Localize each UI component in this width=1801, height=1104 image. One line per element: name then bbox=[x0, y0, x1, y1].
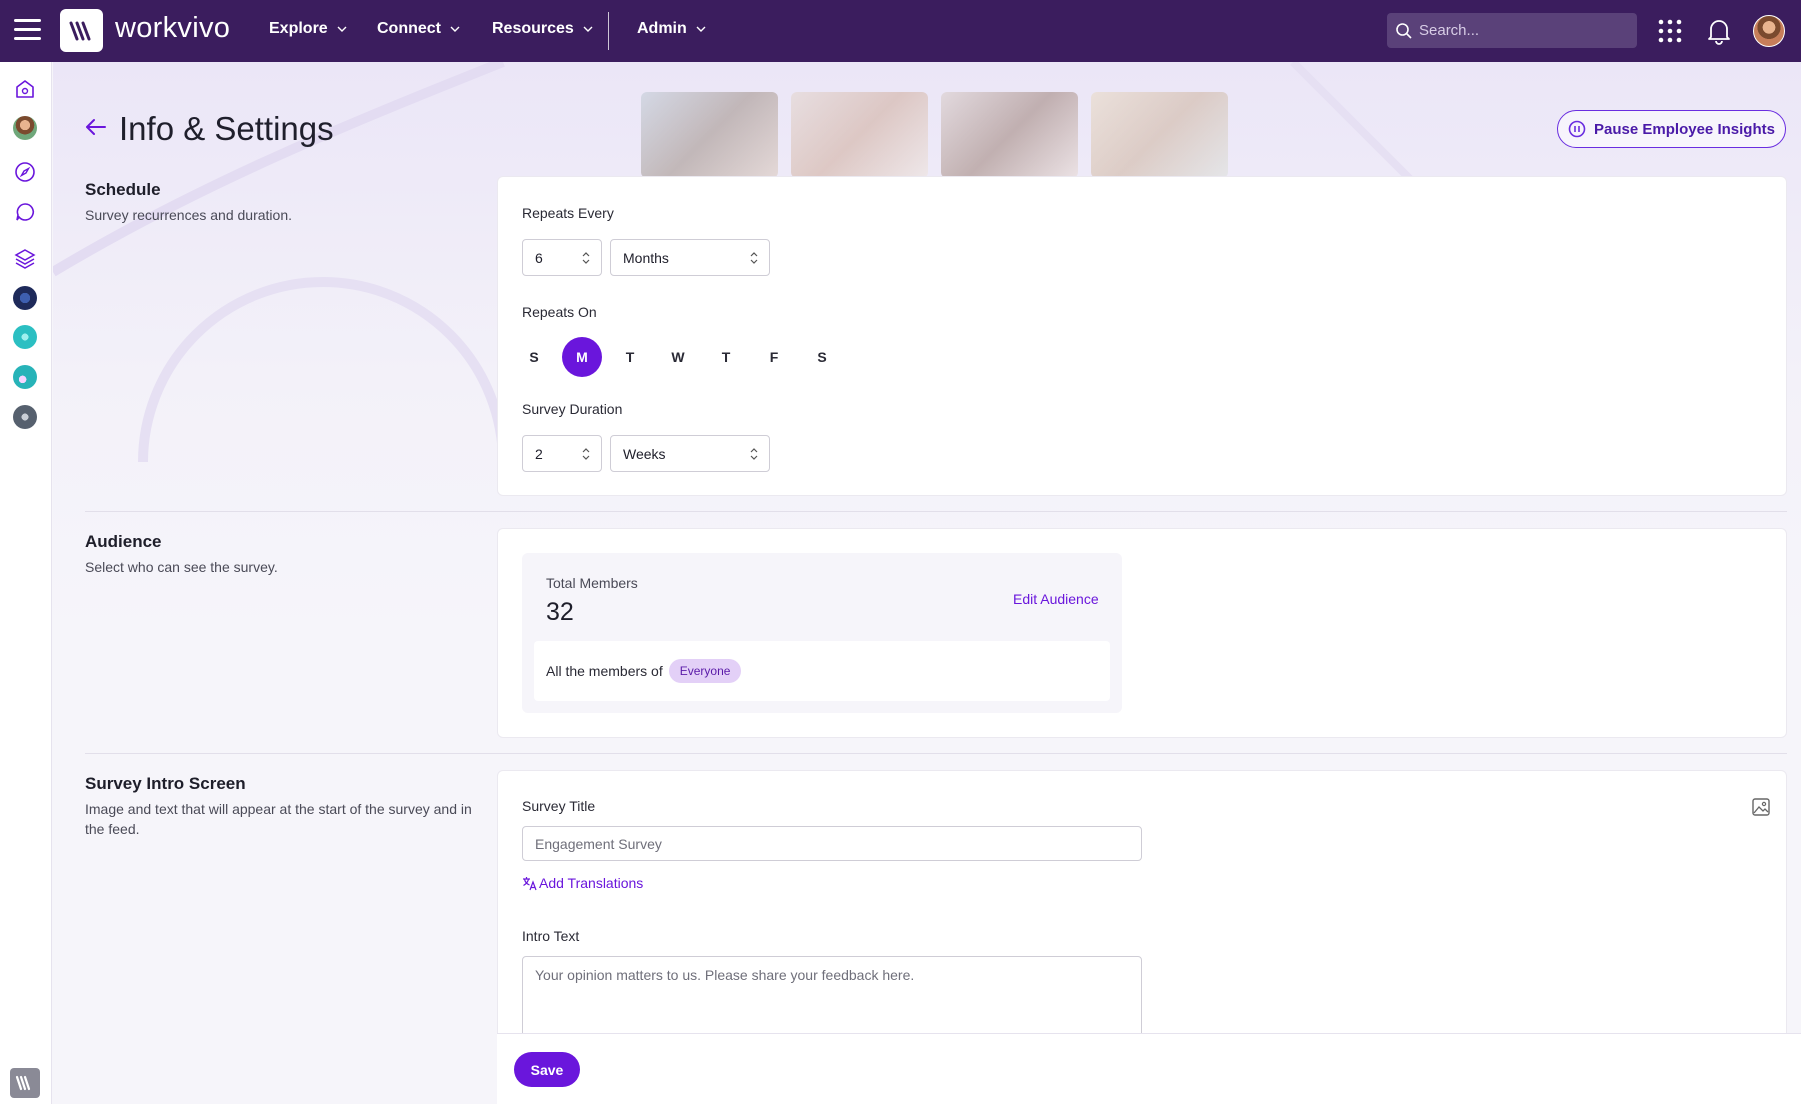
total-members-label: Total Members bbox=[546, 575, 638, 591]
survey-duration-number[interactable]: 2 bbox=[522, 435, 602, 472]
search-box[interactable] bbox=[1387, 13, 1637, 48]
nav-explore-label: Explore bbox=[269, 20, 328, 38]
audience-card: Total Members 32 Edit Audience All the m… bbox=[497, 528, 1787, 738]
intro-section-title: Survey Intro Screen bbox=[85, 774, 246, 794]
survey-duration-value: 2 bbox=[535, 446, 543, 462]
audience-members-text: All the members of bbox=[546, 663, 663, 679]
day-monday[interactable]: M bbox=[562, 337, 602, 377]
audience-section-description: Select who can see the survey. bbox=[85, 557, 475, 577]
search-icon bbox=[1395, 22, 1413, 40]
pause-button-label: Pause Employee Insights bbox=[1594, 121, 1775, 138]
workvivo-small-logo-icon[interactable] bbox=[10, 1068, 40, 1098]
day-thursday[interactable]: T bbox=[706, 337, 746, 377]
intro-section-description: Image and text that will appear at the s… bbox=[85, 799, 475, 839]
space-avatar-one[interactable] bbox=[13, 286, 37, 310]
day-sunday[interactable]: S bbox=[514, 337, 554, 377]
schedule-card: Repeats Every 6 Months Repeats On S M T … bbox=[497, 176, 1787, 496]
day-wednesday[interactable]: W bbox=[658, 337, 698, 377]
image-upload-icon[interactable] bbox=[1751, 797, 1771, 817]
page-title: Info & Settings bbox=[119, 110, 334, 148]
nav-admin-label: Admin bbox=[637, 20, 687, 38]
space-avatar-three[interactable] bbox=[13, 365, 37, 389]
save-bar: Save bbox=[497, 1033, 1801, 1104]
workvivo-logo-icon[interactable] bbox=[60, 9, 103, 52]
chevron-down-icon bbox=[449, 23, 461, 35]
spinner-arrows-icon bbox=[749, 447, 759, 461]
repeats-every-value: 6 bbox=[535, 250, 543, 266]
top-nav-bar: workvivo Explore Connect Resources Admin bbox=[0, 0, 1801, 62]
nav-admin[interactable]: Admin bbox=[637, 20, 707, 38]
nav-divider bbox=[608, 12, 609, 50]
pause-circle-icon bbox=[1568, 120, 1586, 138]
survey-duration-label: Survey Duration bbox=[522, 401, 622, 417]
audience-group-chip[interactable]: Everyone bbox=[669, 659, 742, 683]
spinner-arrows-icon bbox=[581, 251, 591, 265]
repeats-every-unit: Months bbox=[623, 250, 669, 266]
repeats-every-label: Repeats Every bbox=[522, 205, 614, 221]
chevron-down-icon bbox=[695, 23, 707, 35]
audience-members-row: All the members of Everyone bbox=[534, 641, 1110, 701]
chevron-down-icon bbox=[336, 23, 348, 35]
header-photo-strip bbox=[641, 92, 1228, 178]
notification-bell-icon[interactable] bbox=[1706, 17, 1732, 45]
schedule-section-description: Survey recurrences and duration. bbox=[85, 205, 475, 225]
header-photo bbox=[1091, 92, 1228, 178]
schedule-section-title: Schedule bbox=[85, 180, 161, 200]
intro-text-label: Intro Text bbox=[522, 928, 579, 944]
nav-resources-label: Resources bbox=[492, 20, 574, 38]
main-content: Info & Settings Pause Employee Insights … bbox=[53, 62, 1801, 1104]
save-button[interactable]: Save bbox=[514, 1052, 580, 1087]
nav-resources[interactable]: Resources bbox=[492, 20, 594, 38]
repeats-on-label: Repeats On bbox=[522, 304, 597, 320]
brand-name[interactable]: workvivo bbox=[115, 12, 230, 45]
add-translations-label: Add Translations bbox=[539, 875, 643, 891]
edit-audience-link[interactable]: Edit Audience bbox=[1013, 591, 1099, 607]
hamburger-menu-icon[interactable] bbox=[14, 19, 41, 41]
audience-summary-panel: Total Members 32 Edit Audience All the m… bbox=[522, 553, 1122, 713]
user-avatar[interactable] bbox=[1753, 15, 1785, 47]
space-avatar-two[interactable] bbox=[13, 325, 37, 349]
layers-icon[interactable] bbox=[13, 246, 37, 270]
survey-duration-unit-select[interactable]: Weeks bbox=[610, 435, 770, 472]
survey-title-label: Survey Title bbox=[522, 798, 595, 814]
repeats-every-number[interactable]: 6 bbox=[522, 239, 602, 276]
header-photo bbox=[941, 92, 1078, 178]
space-avatar-four[interactable] bbox=[13, 405, 37, 429]
compass-icon[interactable] bbox=[13, 160, 37, 184]
spinner-arrows-icon bbox=[749, 251, 759, 265]
nav-connect[interactable]: Connect bbox=[377, 20, 461, 38]
pause-employee-insights-button[interactable]: Pause Employee Insights bbox=[1557, 110, 1786, 148]
survey-duration-unit: Weeks bbox=[623, 446, 666, 462]
apps-grid-icon[interactable] bbox=[1658, 19, 1682, 43]
back-arrow-icon[interactable] bbox=[83, 114, 109, 140]
spinner-arrows-icon bbox=[581, 447, 591, 461]
survey-title-input[interactable] bbox=[522, 826, 1142, 861]
section-divider bbox=[85, 753, 1787, 754]
audience-section-title: Audience bbox=[85, 532, 162, 552]
total-members-count: 32 bbox=[546, 598, 574, 627]
day-tuesday[interactable]: T bbox=[610, 337, 650, 377]
repeats-every-unit-select[interactable]: Months bbox=[610, 239, 770, 276]
nav-explore[interactable]: Explore bbox=[269, 20, 348, 38]
header-photo bbox=[791, 92, 928, 178]
section-divider bbox=[85, 511, 1787, 512]
search-input[interactable] bbox=[1419, 22, 1619, 39]
left-sidebar bbox=[0, 62, 52, 1104]
day-saturday[interactable]: S bbox=[802, 337, 842, 377]
translate-icon bbox=[522, 876, 537, 891]
chevron-down-icon bbox=[582, 23, 594, 35]
day-friday[interactable]: F bbox=[754, 337, 794, 377]
profile-avatar[interactable] bbox=[13, 116, 37, 140]
header-photo bbox=[641, 92, 778, 178]
add-translations-link[interactable]: Add Translations bbox=[522, 875, 643, 891]
home-icon[interactable] bbox=[13, 77, 37, 101]
nav-connect-label: Connect bbox=[377, 20, 441, 38]
chat-bubble-icon[interactable] bbox=[13, 200, 37, 224]
